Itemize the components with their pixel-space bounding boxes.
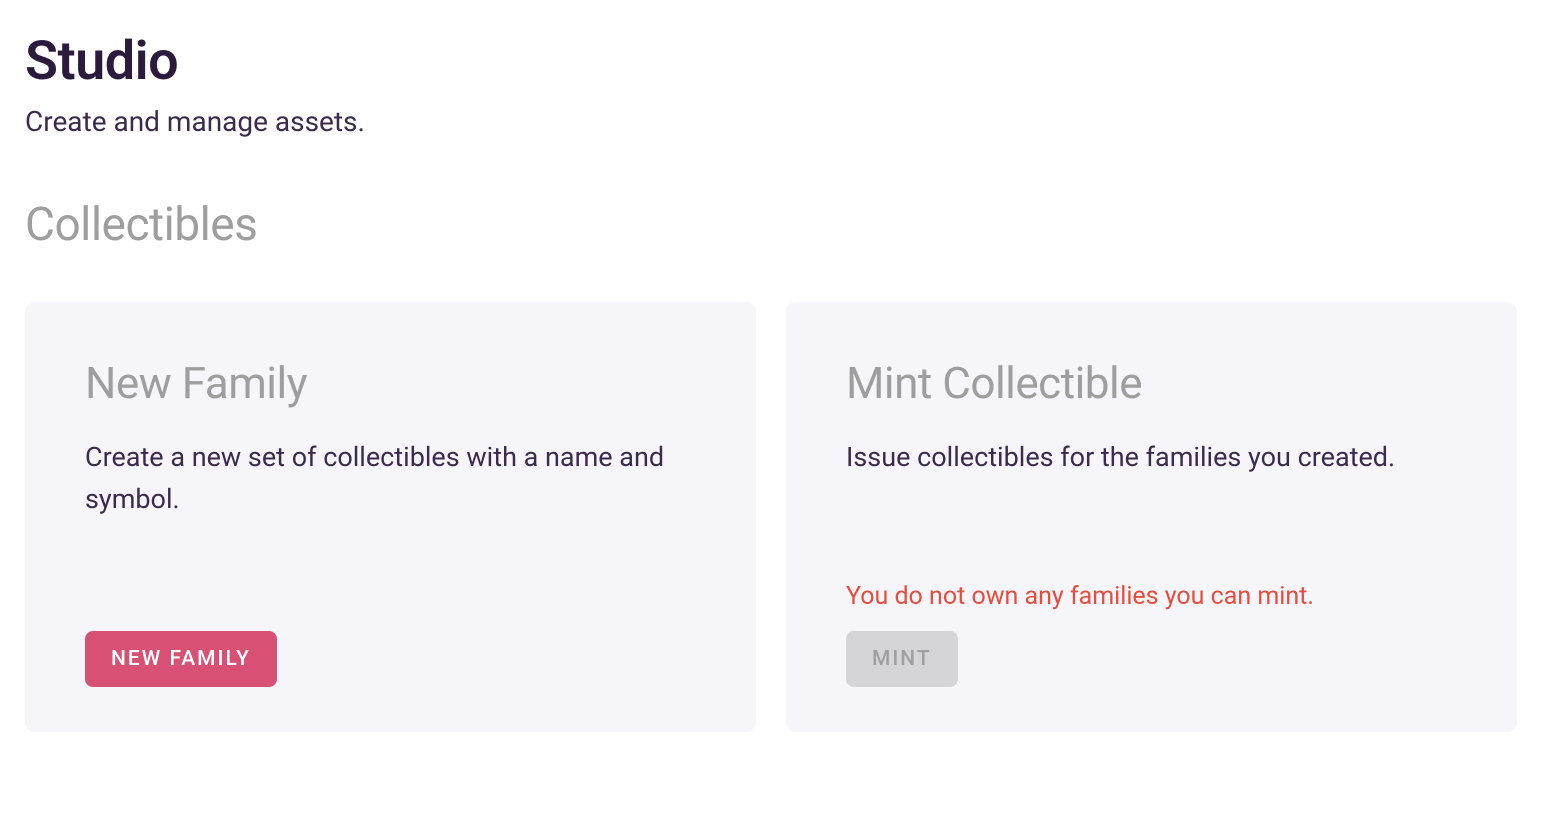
card-actions-mint-collectible: MINT [846,631,1457,687]
card-description-mint-collectible: Issue collectibles for the families you … [846,437,1457,527]
new-family-button[interactable]: NEW FAMILY [85,631,277,687]
card-new-family: New Family Create a new set of collectib… [25,302,756,732]
page-title: Studio [25,30,1517,93]
card-description-new-family: Create a new set of collectibles with a … [85,437,696,631]
card-actions-new-family: NEW FAMILY [85,631,696,687]
card-warning-mint-collectible: You do not own any families you can mint… [846,582,1457,611]
card-mint-collectible: Mint Collectible Issue collectibles for … [786,302,1517,732]
mint-button: MINT [846,631,958,687]
page-subtitle: Create and manage assets. [25,105,1517,138]
card-title-new-family: New Family [85,357,696,409]
section-title-collectibles: Collectibles [25,198,1517,252]
card-title-mint-collectible: Mint Collectible [846,357,1457,409]
cards-container: New Family Create a new set of collectib… [25,302,1517,732]
